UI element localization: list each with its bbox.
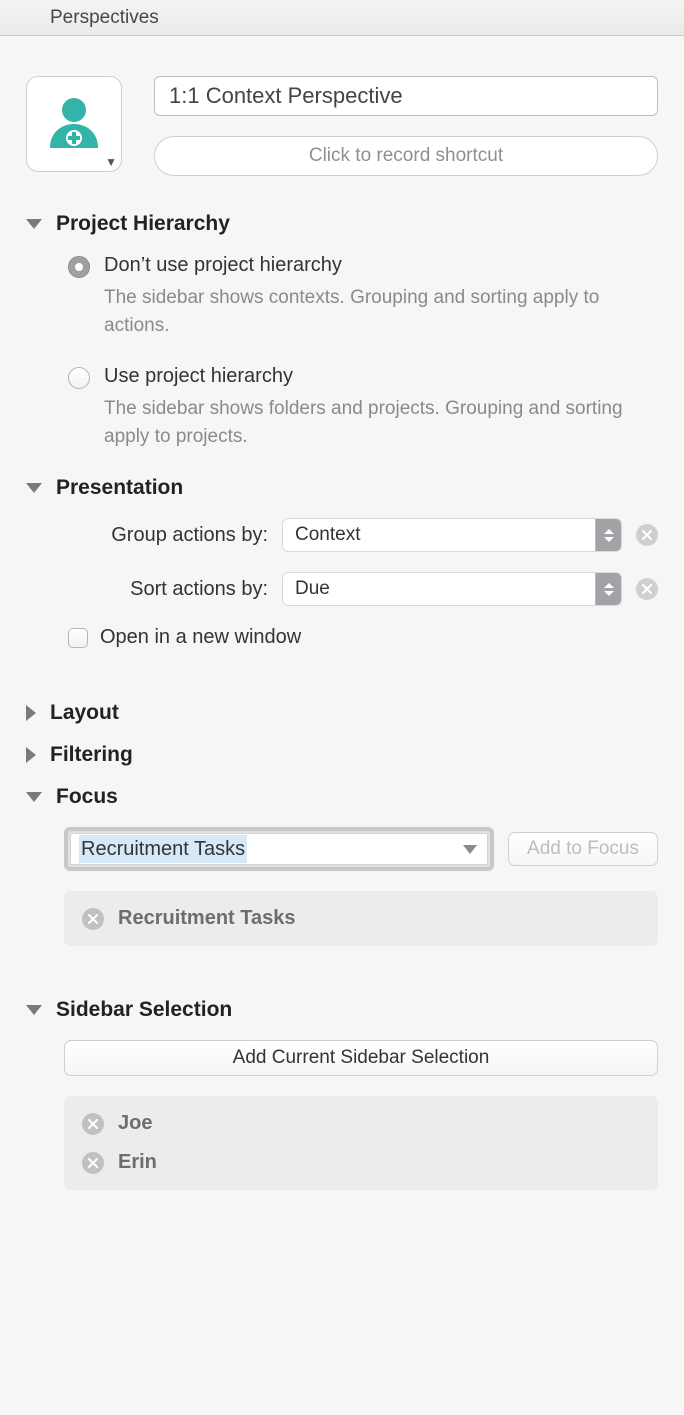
section-layout: Layout <box>26 701 658 725</box>
add-to-focus-button[interactable]: Add to Focus <box>508 832 658 866</box>
section-header-sidebar-selection[interactable]: Sidebar Selection <box>26 998 658 1022</box>
perspective-name-input[interactable]: 1:1 Context Perspective <box>154 76 658 116</box>
section-header-project-hierarchy[interactable]: Project Hierarchy <box>26 212 658 236</box>
section-presentation: Presentation Group actions by: Context S… <box>26 476 658 649</box>
radio-use-hierarchy[interactable]: Use project hierarchy <box>26 365 658 389</box>
record-shortcut-label: Click to record shortcut <box>309 145 503 167</box>
radio-label: Don’t use project hierarchy <box>104 254 342 277</box>
perspective-icon-well[interactable]: ▼ <box>26 76 122 172</box>
perspective-name-value: 1:1 Context Perspective <box>169 83 403 109</box>
section-header-focus[interactable]: Focus <box>26 785 658 809</box>
disclosure-icon <box>26 483 42 493</box>
chevron-down-icon: ▼ <box>105 155 117 169</box>
remove-sidebar-item-button[interactable] <box>82 1113 104 1135</box>
remove-focus-item-button[interactable] <box>82 908 104 930</box>
radio-icon <box>68 256 90 278</box>
sort-by-value: Due <box>283 573 595 605</box>
disclosure-icon <box>26 1005 42 1015</box>
radio-desc: The sidebar shows folders and projects. … <box>26 395 658 450</box>
sidebar-selection-item: Erin <box>74 1143 648 1182</box>
sidebar-item-label: Joe <box>118 1112 152 1135</box>
window-title: Perspectives <box>50 7 159 29</box>
open-new-window-checkbox[interactable] <box>68 628 88 648</box>
focus-combobox-value: Recruitment Tasks <box>71 835 453 863</box>
section-title: Presentation <box>56 476 183 500</box>
perspectives-window: Perspectives ▼ 1:1 Context Perspective <box>0 0 684 1415</box>
disclosure-icon <box>26 219 42 229</box>
section-header-layout[interactable]: Layout <box>26 701 658 725</box>
group-by-label: Group actions by: <box>68 524 268 547</box>
open-new-window-label: Open in a new window <box>100 626 301 649</box>
section-sidebar-selection: Sidebar Selection Add Current Sidebar Se… <box>26 998 658 1190</box>
chevron-down-icon <box>453 834 487 864</box>
disclosure-icon <box>26 705 36 721</box>
focus-combobox[interactable]: Recruitment Tasks <box>70 833 488 865</box>
focus-item-label: Recruitment Tasks <box>118 907 295 930</box>
section-project-hierarchy: Project Hierarchy Don’t use project hier… <box>26 212 658 450</box>
clear-group-by-button[interactable] <box>636 524 658 546</box>
section-header-filtering[interactable]: Filtering <box>26 743 658 767</box>
section-header-presentation[interactable]: Presentation <box>26 476 658 500</box>
radio-label: Use project hierarchy <box>104 365 293 388</box>
sort-by-label: Sort actions by: <box>68 578 268 601</box>
sort-by-select[interactable]: Due <box>282 572 622 606</box>
disclosure-icon <box>26 792 42 802</box>
section-title: Sidebar Selection <box>56 998 232 1022</box>
add-sidebar-selection-label: Add Current Sidebar Selection <box>233 1047 490 1068</box>
stepper-icon <box>595 573 621 605</box>
stepper-icon <box>595 519 621 551</box>
section-filtering: Filtering <box>26 743 658 767</box>
group-by-select[interactable]: Context <box>282 518 622 552</box>
focus-item: Recruitment Tasks <box>74 899 648 938</box>
section-title: Project Hierarchy <box>56 212 230 236</box>
focus-items: Recruitment Tasks <box>64 891 658 946</box>
sidebar-selection-item: Joe <box>74 1104 648 1143</box>
section-title: Layout <box>50 701 119 725</box>
person-plus-icon <box>42 92 106 156</box>
sidebar-item-label: Erin <box>118 1151 157 1174</box>
sidebar-selection-items: Joe Erin <box>64 1096 658 1190</box>
window-titlebar: Perspectives <box>0 0 684 36</box>
radio-dont-use-hierarchy[interactable]: Don’t use project hierarchy <box>26 254 658 278</box>
remove-sidebar-item-button[interactable] <box>82 1152 104 1174</box>
section-title: Focus <box>56 785 118 809</box>
clear-sort-by-button[interactable] <box>636 578 658 600</box>
group-by-value: Context <box>283 519 595 551</box>
disclosure-icon <box>26 747 36 763</box>
add-to-focus-label: Add to Focus <box>527 838 639 860</box>
add-sidebar-selection-button[interactable]: Add Current Sidebar Selection <box>64 1040 658 1076</box>
radio-icon <box>68 367 90 389</box>
record-shortcut-button[interactable]: Click to record shortcut <box>154 136 658 176</box>
section-focus: Focus Recruitment Tasks Add to Focus <box>26 785 658 946</box>
radio-desc: The sidebar shows contexts. Grouping and… <box>26 284 658 339</box>
section-title: Filtering <box>50 743 133 767</box>
